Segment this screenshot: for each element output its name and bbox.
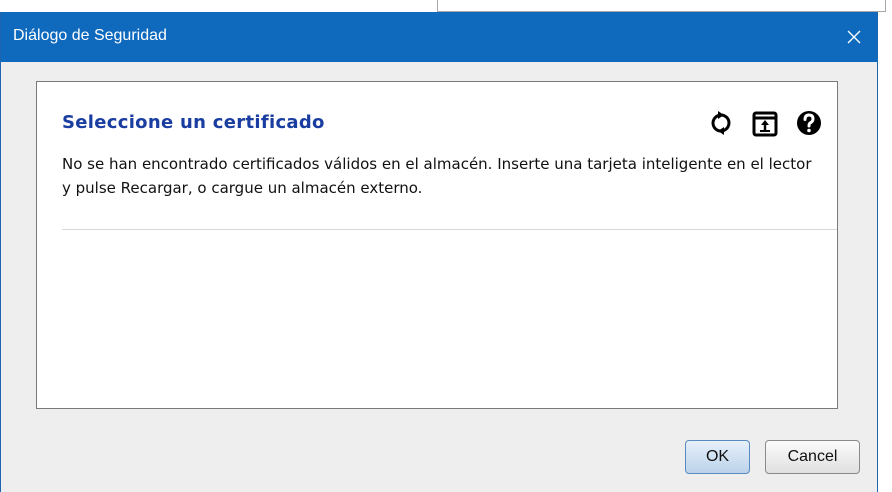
title-bar[interactable]: Diálogo de Seguridad: [1, 12, 877, 62]
divider: [62, 229, 837, 230]
certificate-panel: Seleccione un certificado No se han enco…: [36, 81, 838, 409]
open-store-icon: [752, 111, 778, 137]
cancel-button[interactable]: Cancel: [765, 440, 860, 474]
help-button[interactable]: [795, 107, 823, 139]
close-icon: [847, 30, 861, 44]
security-dialog: Diálogo de Seguridad Seleccione un certi…: [0, 12, 878, 492]
close-button[interactable]: [831, 12, 877, 62]
open-store-button[interactable]: [751, 107, 779, 139]
panel-toolbar: [707, 107, 837, 139]
help-icon: [797, 111, 821, 135]
reload-button[interactable]: [707, 107, 735, 139]
background-window-field: [437, 0, 886, 12]
no-certificates-message: No se han encontrado certificados válido…: [62, 155, 812, 197]
window-title: Diálogo de Seguridad: [13, 27, 167, 44]
reload-icon: [711, 111, 731, 135]
panel-heading: Seleccione un certificado: [62, 112, 325, 133]
ok-button[interactable]: OK: [685, 440, 750, 474]
